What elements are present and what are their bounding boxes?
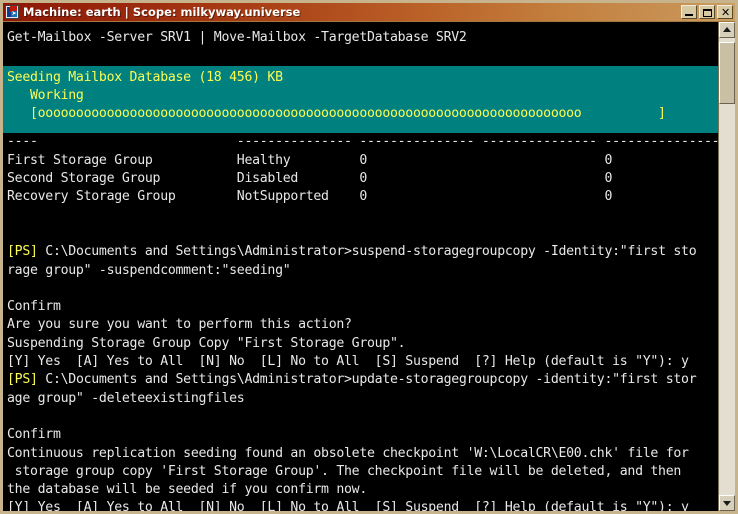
console-line-output: rage group" -suspendcomment:"seeding" (7, 262, 291, 278)
console-line-output: Continuous replication seeding found an … (7, 445, 689, 461)
console-line-command: Get-Mailbox -Server SRV1 | Move-Mailbox … (7, 30, 467, 45)
console-line-output: Confirm (7, 427, 61, 443)
table-row: Second Storage Group Disabled 0 0 (7, 171, 613, 187)
scrollbar-track[interactable] (719, 38, 735, 495)
console-area: Get-Mailbox -Server SRV1 | Move-Mailbox … (3, 22, 735, 511)
console-line-output: Suspending Storage Group Copy "First Sto… (7, 335, 406, 351)
console-text-surface[interactable]: Get-Mailbox -Server SRV1 | Move-Mailbox … (3, 22, 718, 511)
console-line-output: the database will be seeded if you confi… (7, 482, 367, 498)
close-button[interactable]: ✕ (717, 5, 733, 19)
console-line-output: [Y] Yes [A] Yes to All [N] No [L] No to … (7, 354, 689, 370)
console-line-output: [Y] Yes [A] Yes to All [N] No [L] No to … (7, 500, 689, 511)
progress-title: Seeding Mailbox Database (18 456) KB (7, 69, 283, 85)
console-line-output: Confirm (7, 299, 61, 315)
vertical-scrollbar[interactable] (718, 22, 735, 511)
console-line-output: age group" -deleteexistingfiles (7, 390, 245, 406)
maximize-button[interactable] (699, 5, 715, 19)
console-line-output: storage group copy 'First Storage Group'… (7, 463, 682, 479)
window-title: Machine: earth | Scope: milkyway.univers… (23, 4, 301, 19)
progress-banner: Seeding Mailbox Database (18 456) KB Wor… (3, 65, 718, 134)
scroll-up-arrow-icon[interactable] (719, 22, 735, 38)
minimize-button[interactable] (681, 5, 697, 19)
console-window: ➤ Machine: earth | Scope: milkyway.unive… (0, 0, 738, 514)
console-line-prompt: [PS] C:\Documents and Settings\Administr… (7, 243, 718, 261)
progress-status: Working (7, 87, 84, 103)
prompt-command-text: C:\Documents and Settings\Administrator>… (37, 372, 697, 388)
title-bar[interactable]: ➤ Machine: earth | Scope: milkyway.unive… (3, 3, 735, 22)
ps-prompt-prefix: [PS] (7, 244, 38, 260)
ps-prompt-prefix: [PS] (7, 372, 38, 388)
progress-bar: [ooooooooooooooooooooooooooooooooooooooo… (7, 106, 666, 122)
scrollbar-thumb[interactable] (719, 42, 735, 104)
console-line-output: Are you sure you want to perform this ac… (7, 317, 352, 333)
console-line-prompt: [PS] C:\Documents and Settings\Administr… (7, 371, 718, 389)
table-rule: ---- --------------- --------------- ---… (7, 134, 718, 150)
window-controls: ✕ (681, 5, 733, 19)
table-row: Recovery Storage Group NotSupported 0 0 (7, 189, 613, 205)
exchange-powershell-icon: ➤ (5, 5, 19, 19)
table-row: First Storage Group Healthy 0 0 2007. 08… (7, 152, 613, 168)
console-lines: Get-Mailbox -Server SRV1 | Move-Mailbox … (3, 22, 718, 511)
scroll-down-arrow-icon[interactable] (719, 495, 735, 511)
prompt-command-text: C:\Documents and Settings\Administrator>… (37, 244, 697, 260)
